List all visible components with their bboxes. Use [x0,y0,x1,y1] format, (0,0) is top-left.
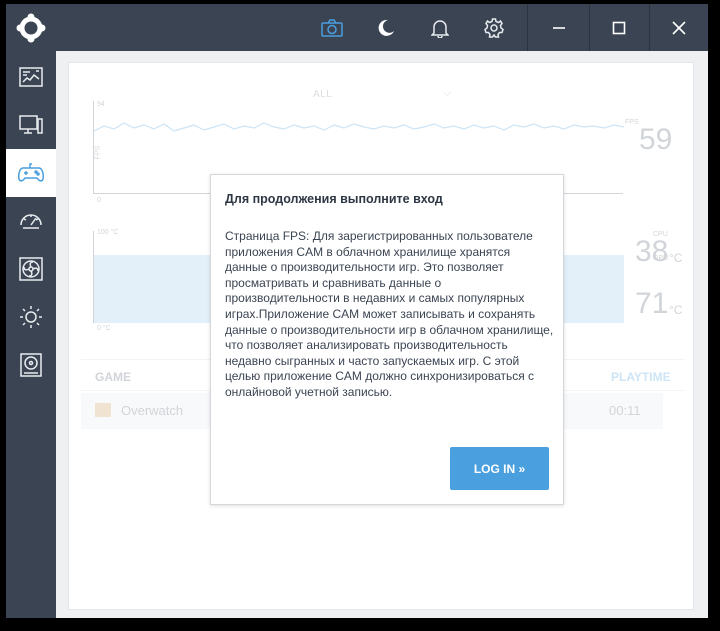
sidebar-item-dashboard[interactable] [6,53,56,101]
sidebar-item-games[interactable] [6,149,56,197]
cam-logo-icon[interactable] [6,4,56,52]
column-game[interactable]: GAME [95,370,131,384]
minimize-button[interactable] [532,4,586,51]
moon-icon [378,19,394,36]
fps-label: FPS [625,119,639,126]
game-thumbnail-icon [95,403,111,417]
sidebar [6,4,56,618]
titlebar-separator [527,4,528,51]
login-required-dialog: Для продолжения выполните вход Страница … [210,174,564,505]
screenshot-button[interactable] [305,4,359,51]
storage-icon [20,353,42,377]
brightness-icon [20,306,42,328]
cpu-temp-unit: °C [669,251,683,265]
camera-icon [321,18,343,37]
sidebar-item-storage[interactable] [6,341,56,389]
game-filter-dropdown[interactable]: ALL [313,89,332,100]
bell-icon [431,19,449,38]
computer-icon [19,115,43,134]
fan-icon [19,257,43,281]
cpu-temp-value: 38 [635,235,669,268]
game-name: Overwatch [121,403,184,418]
maximize-button[interactable] [592,4,646,51]
minimize-icon [553,26,565,29]
fps-graph-ymin: 0 [97,197,101,204]
close-button[interactable] [652,4,706,51]
app-window: ALL ⌵ 94 0 FPS FPS 59 100 °C 0 °C TEMP [6,4,708,618]
dashboard-icon [19,67,43,87]
sidebar-item-cooling[interactable] [6,245,56,293]
column-playtime[interactable]: PLAYTIME [611,370,671,384]
titlebar-separator [649,4,650,51]
sidebar-item-lighting[interactable] [6,293,56,341]
chevron-down-icon[interactable]: ⌵ [443,87,451,100]
close-icon [672,20,686,35]
settings-button[interactable] [467,4,521,51]
title-bar [56,4,708,51]
temp-graph-ymin: 0 °C [97,325,111,332]
fps-value: 59 [639,123,673,156]
speedometer-icon [20,214,42,229]
gpu-temp-unit: °C [669,303,683,317]
game-playtime: 00:11 [609,403,641,418]
maximize-icon [612,21,626,34]
dialog-message: Страница FPS: Для зарегистрированных пол… [225,229,554,399]
notifications-button[interactable] [413,4,467,51]
gear-icon [484,17,504,38]
titlebar-separator [589,4,590,51]
login-button[interactable]: LOG IN » [450,447,549,490]
sidebar-item-overclock[interactable] [6,197,56,245]
gamepad-icon [18,163,44,182]
sidebar-item-pc[interactable] [6,101,56,149]
dialog-title: Для продолжения выполните вход [225,192,443,206]
dark-mode-button[interactable] [359,4,413,51]
gpu-temp-value: 71 [635,287,669,320]
gpu-label: GPU [653,255,669,262]
